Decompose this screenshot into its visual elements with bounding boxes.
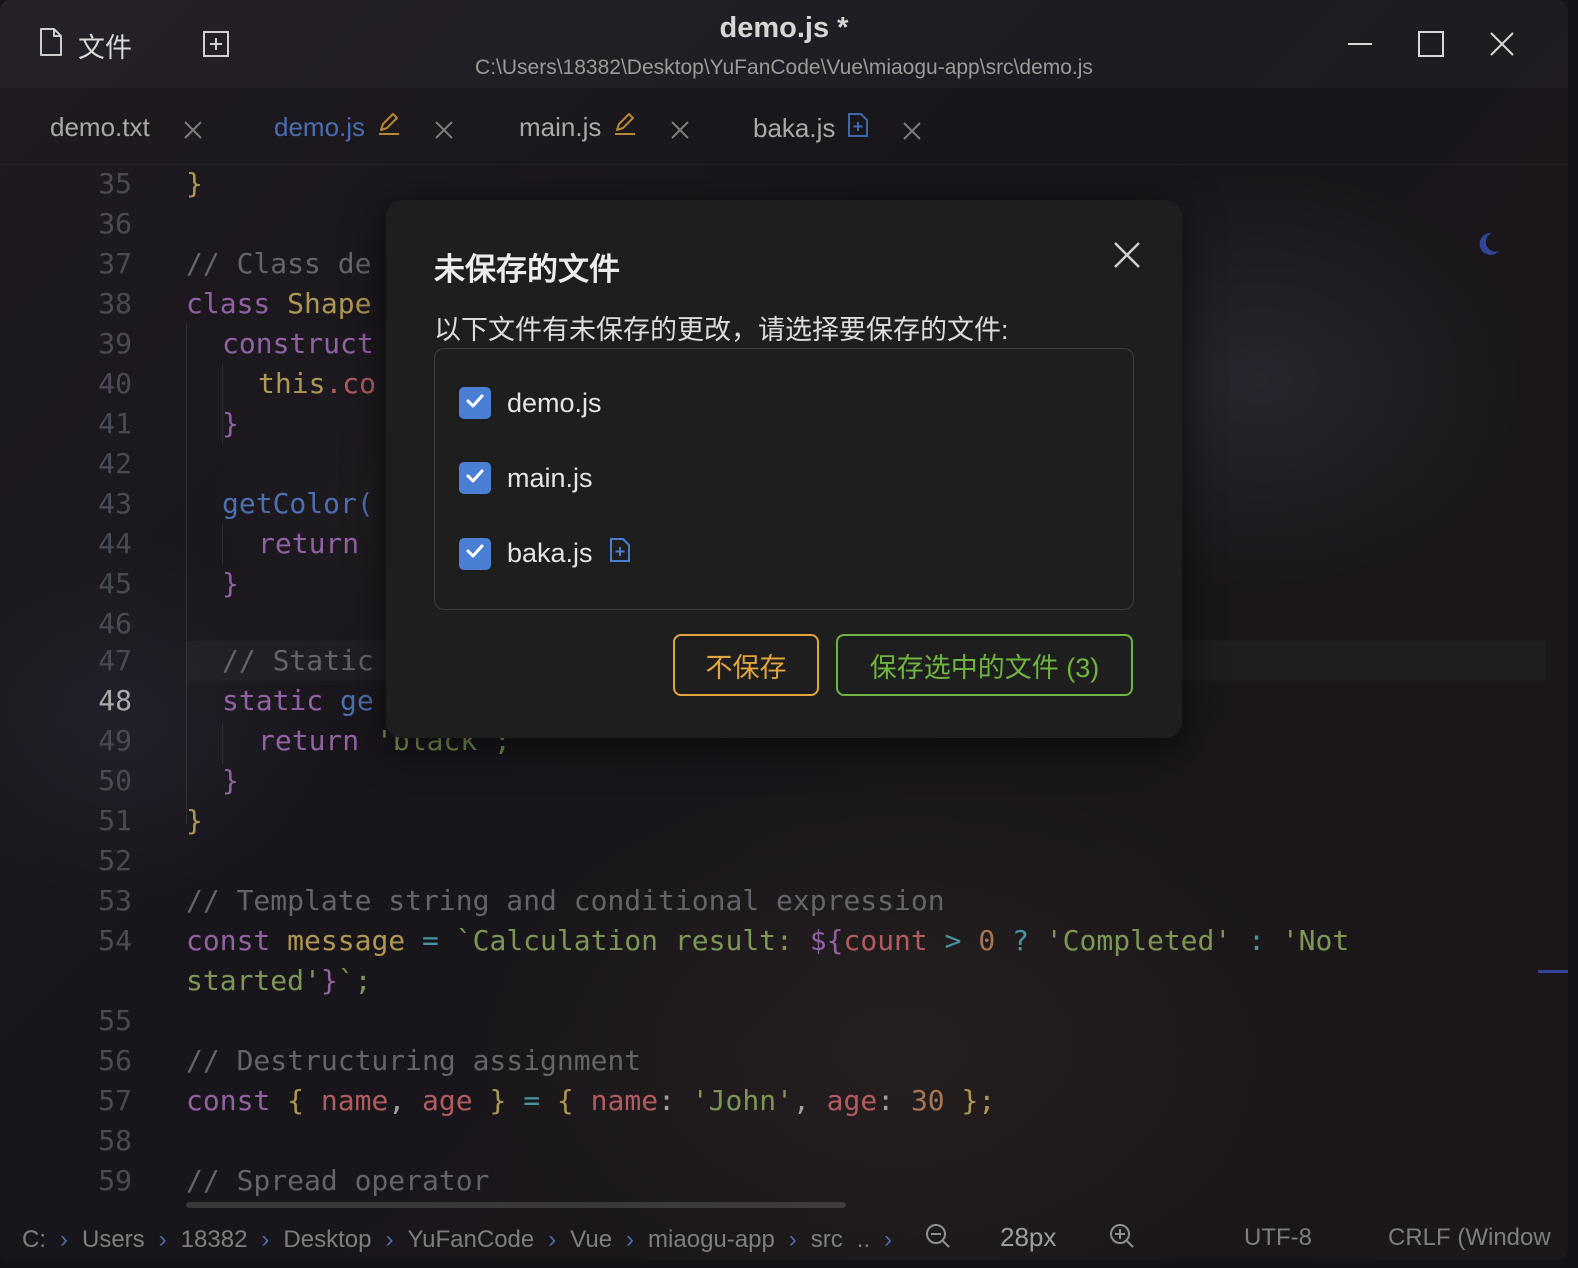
close-window-button[interactable] [1482, 26, 1522, 66]
dialog-title: 未保存的文件 [434, 252, 620, 287]
editor-window: 文件 demo.js * C:\Users\18382\Desktop\YuFa… [0, 0, 1568, 1260]
file-name: baka.js [507, 538, 593, 568]
window-title: demo.js * [719, 12, 849, 44]
file-item-baka-js[interactable]: baka.js [459, 537, 631, 570]
title-bar: 文件 demo.js * C:\Users\18382\Desktop\YuFa… [0, 0, 1568, 88]
window-file-path: C:\Users\18382\Desktop\YuFanCode\Vue\mia… [475, 56, 1093, 79]
file-item-main-js[interactable]: main.js [459, 462, 593, 494]
dont-save-button[interactable]: 不保存 [673, 634, 819, 696]
minimize-icon [1347, 31, 1373, 62]
checkbox[interactable] [459, 462, 491, 494]
file-name: main.js [507, 462, 593, 493]
checkbox[interactable] [459, 537, 491, 570]
checkbox[interactable] [459, 387, 491, 419]
maximize-icon [1418, 30, 1444, 62]
file-list: demo.js main.js baka.js [434, 348, 1134, 610]
checkmark-icon [464, 463, 486, 494]
maximize-button[interactable] [1411, 26, 1451, 66]
new-file-icon [609, 537, 631, 570]
checkmark-icon [464, 388, 486, 419]
save-selected-button[interactable]: 保存选中的文件 (3) [836, 634, 1133, 696]
close-icon [1113, 241, 1141, 274]
file-item-demo-js[interactable]: demo.js [459, 387, 602, 419]
dialog-message: 以下文件有未保存的更改，请选择要保存的文件: [434, 315, 1009, 345]
dialog-close-button[interactable] [1110, 240, 1144, 274]
unsaved-files-dialog: 未保存的文件 以下文件有未保存的更改，请选择要保存的文件: demo.js ma… [386, 200, 1182, 738]
file-name: demo.js [507, 387, 602, 418]
checkmark-icon [464, 538, 486, 569]
minimize-button[interactable] [1340, 26, 1380, 66]
close-icon [1489, 31, 1515, 62]
